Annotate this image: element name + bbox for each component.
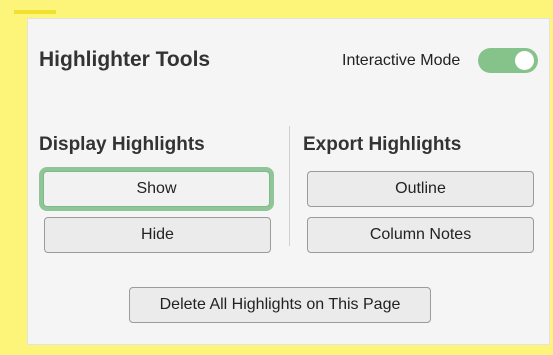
panel-title: Highlighter Tools (39, 48, 211, 71)
outline-button[interactable]: Outline (307, 171, 534, 207)
highlight-frame: Highlighter Tools Interactive Mode Displ… (0, 0, 553, 355)
highlighter-tools-panel: Highlighter Tools Interactive Mode Displ… (27, 18, 550, 345)
export-highlights-heading: Export Highlights (303, 134, 462, 155)
delete-all-highlights-button[interactable]: Delete All Highlights on This Page (129, 287, 431, 323)
interactive-mode-toggle[interactable] (478, 48, 538, 73)
section-divider (289, 126, 290, 246)
hide-button[interactable]: Hide (44, 217, 271, 253)
display-highlights-heading: Display Highlights (39, 134, 205, 155)
column-notes-button[interactable]: Column Notes (307, 217, 534, 253)
interactive-mode-label: Interactive Mode (342, 52, 461, 69)
toggle-knob (515, 51, 534, 70)
frame-tab (14, 10, 56, 14)
show-button[interactable]: Show (43, 171, 270, 207)
